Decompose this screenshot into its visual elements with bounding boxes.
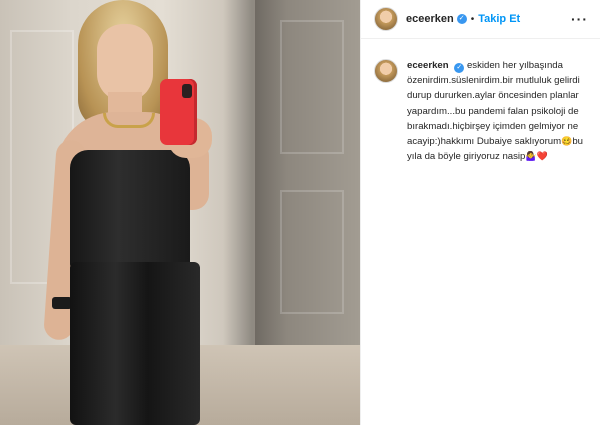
follow-button[interactable]: Takip Et	[478, 13, 520, 25]
phone-camera	[182, 84, 192, 98]
black-top	[70, 150, 190, 270]
post-header: eceerken ✓ • Takip Et ···	[361, 0, 600, 39]
watch	[52, 297, 72, 309]
caption-username[interactable]: eceerken	[407, 60, 449, 71]
divider	[360, 0, 361, 425]
more-options-icon[interactable]: ···	[571, 11, 588, 27]
heart-icon: ❤️	[536, 151, 548, 162]
separator: •	[470, 13, 475, 25]
post-photo[interactable]	[0, 0, 360, 425]
woozy-face-icon: 🥴	[561, 136, 573, 147]
necklace	[103, 113, 155, 128]
shrug-icon: 🤷‍♀️	[525, 151, 537, 162]
avatar[interactable]	[374, 7, 398, 31]
caption-comment: eceerken ✓ eskiden her yılbaşında özenir…	[374, 58, 594, 164]
verified-badge-icon: ✓	[454, 63, 465, 73]
verified-badge-icon: ✓	[456, 14, 467, 24]
avatar[interactable]	[374, 59, 398, 83]
velvet-pants	[70, 262, 200, 425]
face	[97, 24, 153, 102]
caption-body: eskiden her yılbaşında özenirdim.süsleni…	[407, 60, 580, 148]
door-panel	[280, 190, 344, 314]
door-panel	[280, 20, 344, 154]
header-username[interactable]: eceerken	[406, 13, 454, 25]
caption-text: eceerken ✓ eskiden her yılbaşında özenir…	[407, 58, 587, 164]
